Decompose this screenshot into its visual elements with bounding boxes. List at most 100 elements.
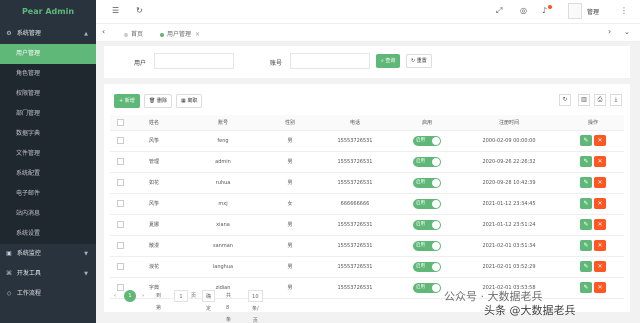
sidebar-item-permission[interactable]: 权限管理 <box>0 84 96 104</box>
edit-button[interactable]: ✎ <box>580 198 592 209</box>
search-card: 用户 账号 ⌕ 查询 ↻ 重置 <box>104 46 630 78</box>
tab-dot <box>124 32 128 37</box>
username[interactable]: 管理 <box>587 7 599 16</box>
chevron-down-icon[interactable]: ⌄ <box>624 28 630 36</box>
sidebar-item-dictionary[interactable]: 数据字典 <box>0 124 96 144</box>
avatar[interactable] <box>568 3 582 19</box>
sidebar-item-config[interactable]: 系统配置 <box>0 164 96 184</box>
enabled-toggle[interactable]: 启用 <box>413 135 441 146</box>
delete-row-button[interactable]: ✕ <box>594 177 606 188</box>
account-input[interactable] <box>290 53 370 69</box>
close-icon[interactable]: × <box>195 31 200 38</box>
row-checkbox[interactable] <box>116 263 124 270</box>
print-icon[interactable]: ⎙ <box>594 94 606 106</box>
sidebar-group-system[interactable]: ⚙ 系统管理 ▲ <box>0 24 96 44</box>
row-checkbox[interactable] <box>116 137 124 144</box>
delete-row-button[interactable]: ✕ <box>594 261 606 272</box>
menu-fold-icon[interactable]: ☰ <box>112 6 119 15</box>
refresh-icon[interactable]: ↻ <box>136 6 143 15</box>
delete-row-button[interactable]: ✕ <box>594 156 606 167</box>
delete-row-button[interactable]: ✕ <box>594 282 606 293</box>
goto-confirm-button[interactable]: 确定 <box>202 290 216 312</box>
sidebar-group-monitor[interactable]: ▣ 系统监控 ▼ <box>0 244 96 264</box>
select-all-cell <box>110 115 130 131</box>
refresh-icon[interactable]: ↻ <box>559 94 571 106</box>
edit-icon: ✎ <box>583 179 589 186</box>
tab-home[interactable]: 首页 <box>124 29 143 38</box>
refresh-icon: ↻ <box>411 58 416 64</box>
enabled-toggle[interactable]: 启用 <box>413 240 441 251</box>
column-header[interactable]: 启用 <box>398 115 456 131</box>
prev-page-button[interactable]: ‹ <box>114 290 116 302</box>
cell-enabled: 启用 <box>398 172 456 194</box>
toggle-label: 启用 <box>416 137 425 143</box>
sidebar-item-user[interactable]: 用户管理 <box>0 44 96 64</box>
delete-row-button[interactable]: ✕ <box>594 135 606 146</box>
chevron-right-icon[interactable]: › <box>608 27 611 36</box>
enabled-toggle[interactable]: 启用 <box>413 198 441 209</box>
sidebar-item-settings[interactable]: 系统设置 <box>0 224 96 244</box>
row-checkbox[interactable] <box>116 200 124 207</box>
goto-page-input[interactable]: 1 <box>174 290 188 302</box>
row-checkbox[interactable] <box>116 158 124 165</box>
column-header[interactable]: 账号 <box>178 115 268 131</box>
row-checkbox[interactable] <box>116 221 124 228</box>
bell-icon[interactable]: ♪ <box>542 6 547 15</box>
row-select-cell <box>110 130 130 152</box>
select-all-checkbox[interactable] <box>116 118 124 126</box>
cell-registered: 2020-09-28 10:42:39 <box>456 172 562 194</box>
edit-button[interactable]: ✎ <box>580 219 592 230</box>
enabled-toggle[interactable]: 启用 <box>413 261 441 272</box>
enabled-toggle[interactable]: 启用 <box>413 219 441 230</box>
row-checkbox[interactable] <box>116 179 124 186</box>
row-checkbox[interactable] <box>116 284 124 291</box>
delete-button[interactable]: 🗑 删除 <box>144 94 172 108</box>
user-label: 用户 <box>134 60 147 67</box>
row-select-cell <box>110 256 130 278</box>
cell-gender: 男 <box>268 151 312 173</box>
column-header[interactable]: 注册时间 <box>456 115 562 131</box>
chevron-left-icon[interactable]: ‹ <box>102 27 105 36</box>
column-header[interactable]: 姓名 <box>130 115 178 131</box>
row-checkbox[interactable] <box>116 242 124 249</box>
sidebar-group-label: 工作流程 <box>16 290 41 297</box>
edit-button[interactable]: ✎ <box>580 240 592 251</box>
more-icon[interactable]: ⋮ <box>620 6 628 15</box>
batch-button[interactable]: ▦ 离职 <box>176 94 203 108</box>
sidebar-item-message[interactable]: 站内消息 <box>0 204 96 224</box>
column-header[interactable]: 性别 <box>268 115 312 131</box>
trash-icon: 🗑 <box>149 98 156 104</box>
page-size-select[interactable]: 10 条/页 <box>248 290 263 323</box>
edit-button[interactable]: ✎ <box>580 135 592 146</box>
enabled-toggle[interactable]: 启用 <box>413 156 441 167</box>
tab-user-management[interactable]: 用户管理 × <box>160 29 200 38</box>
sidebar-group-devtools[interactable]: ⌘ 开发工具 ▼ <box>0 264 96 284</box>
fullscreen-icon[interactable]: ⤢ <box>496 6 502 16</box>
column-header[interactable]: 电话 <box>312 115 398 131</box>
reset-button[interactable]: ↻ 重置 <box>406 54 432 68</box>
edit-button[interactable]: ✎ <box>580 261 592 272</box>
edit-button[interactable]: ✎ <box>580 156 592 167</box>
sidebar-item-email[interactable]: 电子邮件 <box>0 184 96 204</box>
query-button[interactable]: ⌕ 查询 <box>376 54 401 68</box>
edit-button[interactable]: ✎ <box>580 177 592 188</box>
cell-phone: 15553726531 <box>312 235 398 257</box>
sidebar-group-workflow[interactable]: ◇ 工作流程 <box>0 284 96 304</box>
add-button[interactable]: + 新增 <box>114 94 140 108</box>
export-icon[interactable]: ⤓ <box>610 94 622 106</box>
globe-icon[interactable]: ◎ <box>520 6 527 15</box>
user-input[interactable] <box>154 53 234 69</box>
edit-button[interactable]: ✎ <box>580 282 592 293</box>
delete-row-button[interactable]: ✕ <box>594 240 606 251</box>
current-page[interactable]: 1 <box>124 290 136 302</box>
sidebar-item-role[interactable]: 角色管理 <box>0 64 96 84</box>
delete-row-button[interactable]: ✕ <box>594 198 606 209</box>
columns-icon[interactable]: ▥ <box>578 94 590 106</box>
cell-enabled: 启用 <box>398 193 456 215</box>
enabled-toggle[interactable]: 启用 <box>413 177 441 188</box>
enabled-toggle[interactable]: 启用 <box>413 282 441 293</box>
next-page-button[interactable]: › <box>142 290 144 302</box>
sidebar-item-department[interactable]: 部门管理 <box>0 104 96 124</box>
delete-row-button[interactable]: ✕ <box>594 219 606 230</box>
sidebar-item-file[interactable]: 文件管理 <box>0 144 96 164</box>
